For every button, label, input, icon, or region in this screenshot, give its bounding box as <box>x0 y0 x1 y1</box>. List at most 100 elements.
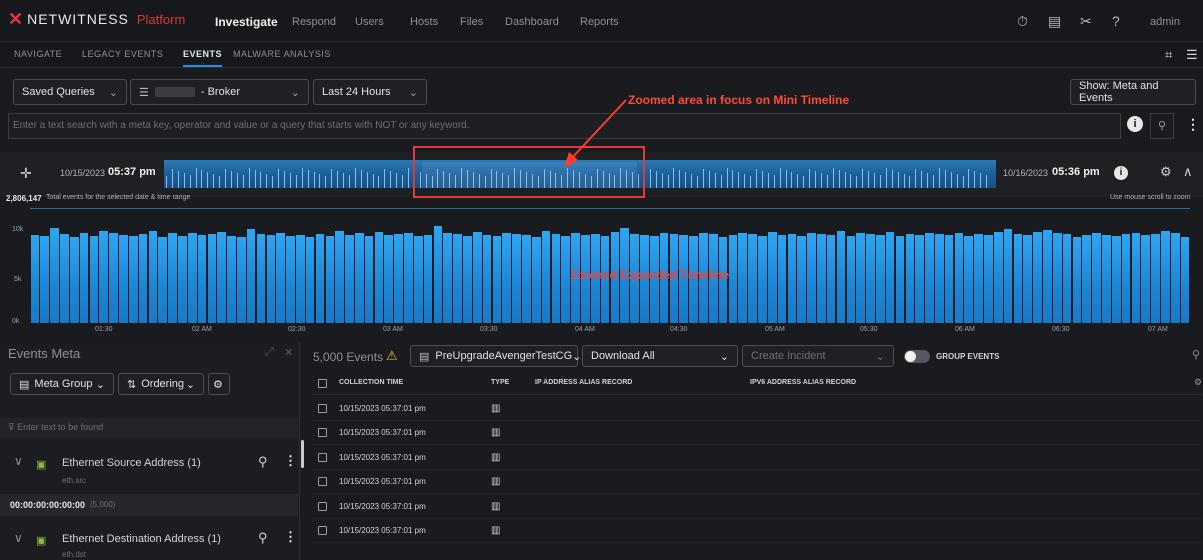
timeline-bar[interactable] <box>797 235 806 323</box>
select-all-checkbox[interactable] <box>318 379 327 388</box>
timeline-bar[interactable] <box>1141 234 1151 323</box>
gear-icon[interactable]: ⚙ <box>1160 164 1172 180</box>
timeline-bar[interactable] <box>925 232 934 323</box>
meta-settings-button[interactable]: ⚙ <box>208 373 230 395</box>
timeline-bar[interactable] <box>30 234 40 323</box>
timeline-bar[interactable] <box>954 232 964 323</box>
row-checkbox[interactable] <box>318 452 327 462</box>
timeline-bar[interactable] <box>866 233 875 323</box>
timeline-bar[interactable] <box>482 234 492 323</box>
timeline-bar[interactable] <box>187 232 197 323</box>
column-header-collection-time[interactable]: COLLECTION TIME <box>339 379 403 386</box>
timeline-bar[interactable] <box>767 231 777 323</box>
timeline-bar[interactable] <box>472 231 482 323</box>
timeline-bar[interactable] <box>148 231 158 323</box>
timeline-bar[interactable] <box>109 232 118 323</box>
timeline-bar[interactable] <box>807 232 816 323</box>
group-events-toggle[interactable] <box>904 350 930 363</box>
timeline-bar[interactable] <box>1151 233 1160 323</box>
table-row[interactable]: 10/15/2023 05:37:01 pm ▥ <box>312 446 1202 470</box>
user-menu[interactable]: admin <box>1150 16 1180 28</box>
timeline-bar[interactable] <box>423 234 433 323</box>
timeline-bar[interactable] <box>512 233 521 323</box>
timeline-bar[interactable] <box>413 235 423 323</box>
timeline-bar[interactable] <box>394 233 403 323</box>
timeline-bar[interactable] <box>728 234 738 323</box>
ordering-select[interactable]: ⇅ Ordering ⌄ <box>118 373 204 395</box>
timeline-bar[interactable] <box>463 235 472 323</box>
timeline-bar[interactable] <box>1043 230 1052 323</box>
expand-panel-icon[interactable]: ⤢ <box>265 346 274 359</box>
timeline-bar[interactable] <box>335 231 344 323</box>
column-header-ip-alias[interactable]: IP ADDRESS ALIAS RECORD <box>535 379 632 386</box>
row-checkbox[interactable] <box>318 501 327 511</box>
nav-hosts[interactable]: Hosts <box>410 16 438 28</box>
timeline-bar[interactable] <box>1111 235 1121 323</box>
timeline-bar[interactable] <box>305 236 315 323</box>
timeline-bar[interactable] <box>876 234 885 323</box>
row-checkbox[interactable] <box>318 526 327 535</box>
timeline-bar[interactable] <box>60 233 69 323</box>
info-icon[interactable]: i <box>1127 116 1143 132</box>
timeline-bar[interactable] <box>1003 229 1013 323</box>
timeline-bar[interactable] <box>1121 233 1131 323</box>
meta-group-ethernet-destination[interactable]: Ethernet Destination Address (1) <box>62 533 221 545</box>
column-header-type[interactable]: TYPE <box>491 379 509 386</box>
meta-value-eth-src[interactable]: 00:00:00:00:00:00 <box>10 500 85 510</box>
timeline-bar[interactable] <box>1170 232 1180 323</box>
timeline-bar[interactable] <box>69 236 79 323</box>
nav-reports[interactable]: Reports <box>580 16 619 28</box>
timeline-bar[interactable] <box>944 234 954 323</box>
timeline-bar[interactable] <box>227 235 236 323</box>
notes-icon[interactable]: ▤ <box>1048 13 1061 30</box>
table-row[interactable]: 10/15/2023 05:37:01 pm ▥ <box>312 421 1202 446</box>
help-icon[interactable]: ? <box>1112 13 1120 29</box>
nav-dashboard[interactable]: Dashboard <box>505 16 559 28</box>
timeline-bar[interactable] <box>551 233 561 323</box>
timeline-bar[interactable] <box>296 234 305 323</box>
timeline-bar[interactable] <box>40 235 50 323</box>
tab-malware-analysis[interactable]: MALWARE ANALYSIS <box>233 49 331 59</box>
close-panel-icon[interactable]: ✕ <box>284 346 293 359</box>
timeline-bar[interactable] <box>531 236 541 323</box>
timeline-bar[interactable] <box>89 235 99 323</box>
saved-queries-select[interactable]: Saved Queries ⌄ <box>13 79 127 105</box>
download-select[interactable]: Download All ⌄ <box>582 345 738 367</box>
timeline-bar[interactable] <box>836 231 846 323</box>
timeline-bar[interactable] <box>99 231 109 323</box>
timeline-bar[interactable] <box>217 231 226 323</box>
timeline-bar[interactable] <box>128 235 138 323</box>
timeline-bar[interactable] <box>1092 232 1101 323</box>
service-select[interactable]: ☰ - Broker ⌄ <box>130 79 309 105</box>
expand-chevron-icon[interactable]: ∨ <box>14 454 23 468</box>
row-checkbox[interactable] <box>318 477 327 487</box>
timeline-bar[interactable] <box>905 233 915 323</box>
search-icon[interactable]: ⚲ <box>1192 348 1200 361</box>
timeline-bar[interactable] <box>777 234 787 323</box>
timeline-bar[interactable] <box>935 233 944 323</box>
timeline-bar[interactable] <box>119 234 128 323</box>
timeline-bar[interactable] <box>266 234 276 323</box>
timeline-bar[interactable] <box>1102 234 1111 323</box>
search-icon[interactable]: ⚲ <box>258 454 268 470</box>
timeline-bar[interactable] <box>993 231 1003 323</box>
timeline-bar[interactable] <box>1033 231 1042 323</box>
timeline-info-icon[interactable]: i <box>1114 166 1128 180</box>
timeline-bar[interactable] <box>325 235 335 323</box>
column-settings-icon[interactable]: ⚙ <box>1194 377 1202 388</box>
tab-legacy-events[interactable]: LEGACY EVENTS <box>82 49 163 59</box>
timeline-bar[interactable] <box>885 231 895 323</box>
timeline-bar[interactable] <box>1082 234 1092 323</box>
nav-respond[interactable]: Respond <box>292 16 336 28</box>
meta-group-ethernet-source[interactable]: Ethernet Source Address (1) <box>62 457 201 469</box>
create-incident-select[interactable]: Create Incident ⌄ <box>742 345 894 367</box>
chart-view-icon[interactable]: ⌗ <box>1165 47 1172 63</box>
list-view-icon[interactable]: ☰ <box>1186 47 1198 63</box>
row-checkbox[interactable] <box>318 404 327 413</box>
timeline-bar[interactable] <box>1023 234 1033 323</box>
timeline-bar[interactable] <box>315 233 325 323</box>
table-row[interactable]: 10/15/2023 05:37:01 pm ▥ <box>312 519 1202 543</box>
timeline-bar[interactable] <box>237 236 246 323</box>
timeline-bar[interactable] <box>541 231 551 323</box>
tab-events[interactable]: EVENTS <box>183 49 223 67</box>
